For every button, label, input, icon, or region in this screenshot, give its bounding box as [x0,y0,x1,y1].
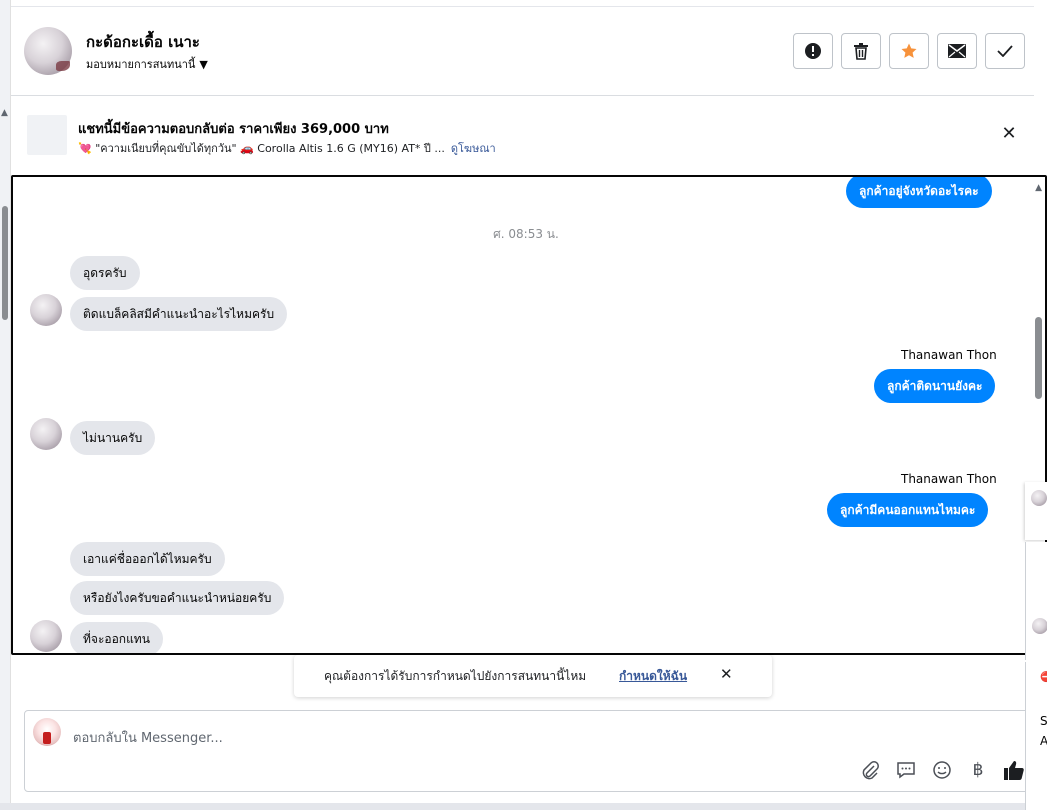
message-outgoing[interactable]: ลูกค้าติดนานยังคะ [874,369,996,403]
conversation-header: กะด้อกะเดื้อ เนาะ มอบหมายการสนทนานี้ ▼ [11,6,1034,96]
side-text-line2: A [1040,734,1047,748]
message-incoming[interactable]: เอาแค่ชื่อออกได้ไหมครับ [70,542,225,576]
attach-icon[interactable] [859,759,881,781]
thread-scrollbar-thumb[interactable] [1035,317,1042,399]
page-avatar [33,718,61,746]
contact-avatar-small [30,294,62,326]
side-text-line1: S [1040,714,1047,728]
left-scrollbar[interactable]: ▲ [0,0,11,810]
like-icon[interactable] [1003,759,1025,781]
baht-icon[interactable]: ฿ [967,759,989,781]
side-chat-card[interactable] [1025,542,1047,660]
assign-to-me-link[interactable]: กำหนดให้ฉัน [619,667,687,686]
assign-label: มอบหมายการสนทนานี้ [86,58,196,71]
message-incoming[interactable]: ติดแบล็คลิสมีคำแนะนำอะไรไหมครับ [70,297,288,331]
side-avatar [1032,618,1047,634]
assign-suggestion-toast: คุณต้องการได้รับการกำหนดไปยังการสนทนานี้… [294,655,772,697]
done-button[interactable] [985,33,1025,69]
ad-thumbnail [27,115,67,155]
side-warning-icon: ⛔ [1040,672,1047,683]
conversation-panel: กะด้อกะเดื้อ เนาะ มอบหมายการสนทนานี้ ▼ แ… [11,0,1047,803]
message-thread[interactable]: ▲ ลูกค้าอยู่จังหวัดอะไรคะ ศ. 08:53 น. อุ… [11,175,1047,655]
scroll-up-icon[interactable]: ▲ [1035,183,1042,193]
mark-unread-button[interactable] [937,33,977,69]
bottom-scrollbar[interactable] [0,803,1025,810]
contact-avatar-small [30,620,62,652]
mark-spam-button[interactable] [793,33,833,69]
ad-context-bar: แชทนี้มีข้อความตอบกลับต่อ ราคาเพียง 369,… [11,97,1034,175]
envelope-icon [948,44,966,58]
message-incoming[interactable]: อุดรครับ [70,256,140,290]
caret-down-icon: ▼ [199,57,208,71]
scroll-up-icon[interactable]: ▲ [1,108,8,118]
sender-name: Thanawan Thon [901,348,997,362]
ad-description: 💘 "ความเนียบที่คุณขับได้ทุกวัน" 🚗 Coroll… [78,142,445,155]
contact-avatar[interactable] [24,27,72,75]
assign-dropdown[interactable]: มอบหมายการสนทนานี้ ▼ [86,55,208,73]
message-incoming[interactable]: ที่จะออกแทน [70,622,163,653]
message-outgoing[interactable]: ลูกค้าอยู่จังหวัดอะไรคะ [846,177,992,208]
trash-icon [854,43,868,60]
side-chat-card[interactable] [1025,482,1047,540]
ad-subtitle: 💘 "ความเนียบที่คุณขับได้ทุกวัน" 🚗 Coroll… [78,139,496,157]
side-chat-card[interactable]: ⛔ S A [1025,662,1047,810]
ad-title: แชทนี้มีข้อความตอบกลับต่อ ราคาเพียง 369,… [78,122,389,137]
view-ad-link[interactable]: ดูโฆษณา [451,142,496,155]
close-ad-icon[interactable]: ✕ [999,124,1019,144]
delete-button[interactable] [841,33,881,69]
message-outgoing[interactable]: ลูกค้ามีคนออกแทนไหมคะ [827,493,989,527]
reply-input[interactable]: ตอบกลับใน Messenger... [73,727,223,748]
contact-avatar-small [30,418,62,450]
star-button[interactable] [889,33,929,69]
page: ▲ กะด้อกะเดื้อ เนาะ มอบหมายการสนทนานี้ ▼ [0,0,1047,810]
close-toast-icon[interactable]: ✕ [720,665,733,683]
message-incoming[interactable]: หรือยังไงครับขอคำแนะนำหน่อยครับ [70,581,285,615]
emoji-icon[interactable] [931,759,953,781]
saved-reply-icon[interactable] [895,759,917,781]
toast-text: คุณต้องการได้รับการกำหนดไปยังการสนทนานี้… [324,669,587,683]
composer-tools: ฿ [859,759,1025,781]
alert-icon [805,43,821,59]
message-timestamp: ศ. 08:53 น. [493,227,559,241]
star-icon [901,43,917,58]
reply-composer[interactable]: ตอบกลับใน Messenger... ฿ [24,710,1034,792]
check-icon [997,45,1013,57]
sender-name: Thanawan Thon [901,472,997,486]
side-avatar [1031,490,1047,506]
header-actions [793,33,1025,69]
scrollbar-thumb[interactable] [2,206,8,320]
contact-name[interactable]: กะด้อกะเดื้อ เนาะ [86,30,200,54]
message-incoming[interactable]: ไม่นานครับ [70,421,156,455]
